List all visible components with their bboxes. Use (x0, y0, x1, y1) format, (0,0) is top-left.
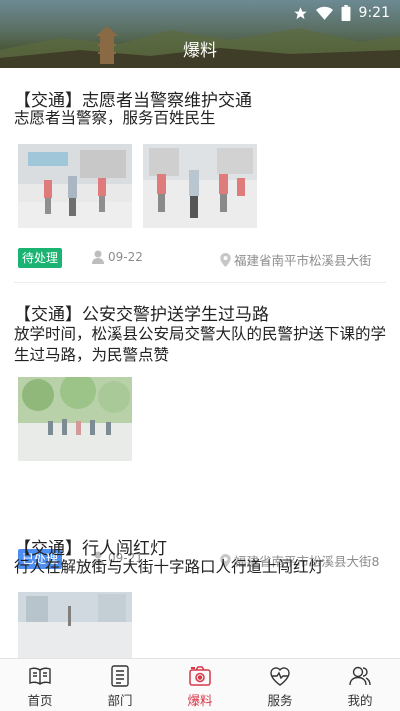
tab-label: 我的 (347, 693, 373, 708)
status-bar: 9:21 (293, 2, 390, 24)
status-badge: 待处理 (18, 248, 63, 268)
battery-icon (341, 5, 350, 21)
wifi-icon (315, 6, 333, 20)
document-icon (111, 665, 129, 687)
post-title: 【交通】行人闯红灯 (14, 539, 167, 559)
post-card[interactable]: 【交通】公安交警护送学生过马路 放学时间，松溪县公安局交警大队的民警护送下课的学… (0, 283, 400, 569)
post-location: 福建省南平市松溪县大街 (220, 250, 400, 269)
user-icon (92, 250, 104, 264)
tab-label: 服务 (267, 693, 293, 708)
post-card[interactable]: 【交通】行人闯红灯 行人在解放街与大街十字路口人行道上闯红灯 (0, 520, 400, 658)
status-time: 9:21 (358, 5, 390, 21)
post-meta: 待处理 09-22 福建省南平市松溪县大街 (0, 248, 400, 270)
star-icon (293, 6, 307, 19)
post-feed[interactable]: 【交通】志愿者当警察维护交通 志愿者当警察，服务百姓民生 待处理 09-22 福… (0, 68, 400, 658)
post-description: 志愿者当警察，服务百姓民生 (14, 109, 216, 127)
tab-profile[interactable]: 我的 (320, 659, 400, 711)
post-date-text: 09-22 (108, 250, 143, 264)
post-date: 09-22 (92, 250, 143, 264)
location-pin-icon (220, 252, 231, 267)
user-icon (349, 666, 371, 686)
heart-icon (270, 667, 290, 686)
tab-report[interactable]: 爆料 (160, 659, 240, 711)
camera-icon (189, 666, 211, 686)
tab-label: 部门 (107, 693, 133, 708)
tab-label: 首页 (27, 693, 53, 708)
post-location-text: 福建省南平市松溪县大街 (234, 253, 372, 268)
header: 9:21 爆料 (0, 0, 400, 68)
post-photo[interactable] (143, 144, 257, 228)
tab-service[interactable]: 服务 (240, 659, 320, 711)
post-title: 【交通】公安交警护送学生过马路 (14, 305, 269, 325)
book-icon (29, 667, 51, 685)
post-card[interactable]: 【交通】志愿者当警察维护交通 志愿者当警察，服务百姓民生 待处理 09-22 福… (0, 68, 400, 283)
page-title: 爆料 (183, 41, 217, 61)
post-photo[interactable] (18, 144, 132, 228)
post-description: 行人在解放街与大街十字路口人行道上闯红灯 (14, 558, 325, 576)
tab-home[interactable]: 首页 (0, 659, 80, 711)
post-description: 放学时间，松溪县公安局交警大队的民警护送下课的学生过马路，为民警点赞 (14, 325, 387, 364)
bottom-tab-bar: 首页 部门 爆料 服务 我的 (0, 658, 400, 711)
post-photo[interactable] (18, 592, 132, 658)
tab-department[interactable]: 部门 (80, 659, 160, 711)
post-photo[interactable] (18, 377, 132, 461)
tab-label: 爆料 (187, 693, 213, 708)
